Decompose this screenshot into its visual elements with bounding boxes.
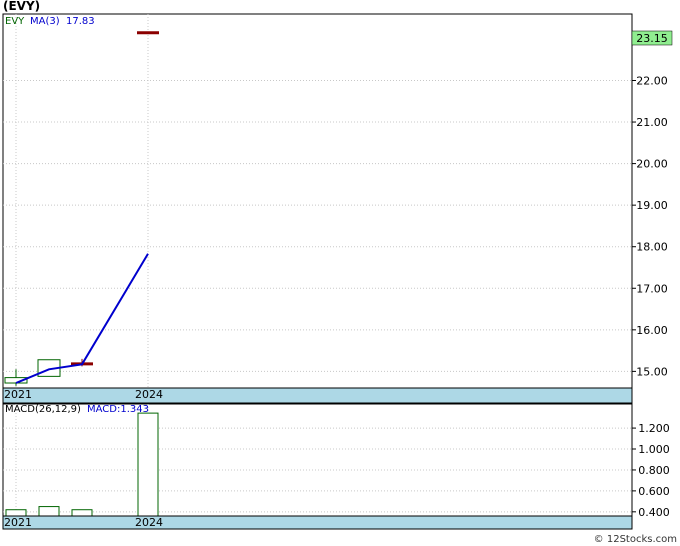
price-y-tick-label: 19.00 (636, 199, 668, 212)
macd-x-label-2024: 2024 (135, 516, 163, 529)
macd-y-tick-label: 0.800 (638, 464, 670, 477)
macd-y-tick-label: 1.000 (638, 443, 670, 456)
price-y-tick-label: 21.00 (636, 116, 668, 129)
price-y-tick-label: 16.00 (636, 324, 668, 337)
macd-y-tick-label: 1.200 (638, 422, 670, 435)
macd-x-label-2021: 2021 (4, 516, 32, 529)
macd-value-label: MACD:1.343 (87, 404, 149, 415)
macd-time-axis (2, 515, 633, 530)
price-y-tick-label: 17.00 (636, 282, 668, 295)
legend-ticker: EVY (5, 16, 25, 27)
last-price-label: 23.15 (636, 32, 668, 45)
macd-bar (38, 506, 60, 517)
macd-y-axis: 0.400 0.600 0.800 1.000 1.200 (632, 422, 670, 519)
price-x-label-2021: 2021 (4, 388, 32, 401)
macd-bar (71, 509, 93, 517)
price-panel: EVY MA(3) 17.83 2021 2024 15.00 16.00 17.0… (2, 13, 673, 404)
stock-chart: (EVY) EVY MA(3) 17.83 2021 2024 15.00 16.… (2, 0, 677, 545)
macd-indicator-label: MACD(26,12,9) (5, 404, 81, 415)
legend-ma-value: 17.83 (66, 16, 95, 27)
price-time-axis (2, 387, 633, 404)
chart-title: (EVY) (3, 0, 40, 13)
price-x-label-2024: 2024 (135, 388, 163, 401)
price-y-axis: 15.00 16.00 17.00 18.00 19.00 20.00 21.00 22.00 (632, 74, 668, 378)
macd-y-tick-label: 0.400 (638, 506, 670, 519)
price-y-tick-label: 22.00 (636, 74, 668, 87)
macd-bar (137, 412, 159, 517)
price-y-tick-label: 20.00 (636, 158, 668, 171)
copyright-text: © 12Stocks.com (594, 534, 677, 545)
price-y-tick-label: 18.00 (636, 241, 668, 254)
price-y-tick-label: 15.00 (636, 365, 668, 378)
macd-y-tick-label: 0.600 (638, 485, 670, 498)
macd-panel: MACD(26,12,9) MACD:1.343 2021 2024 0.400… (2, 403, 670, 530)
legend-ma-label: MA(3) (30, 16, 60, 27)
